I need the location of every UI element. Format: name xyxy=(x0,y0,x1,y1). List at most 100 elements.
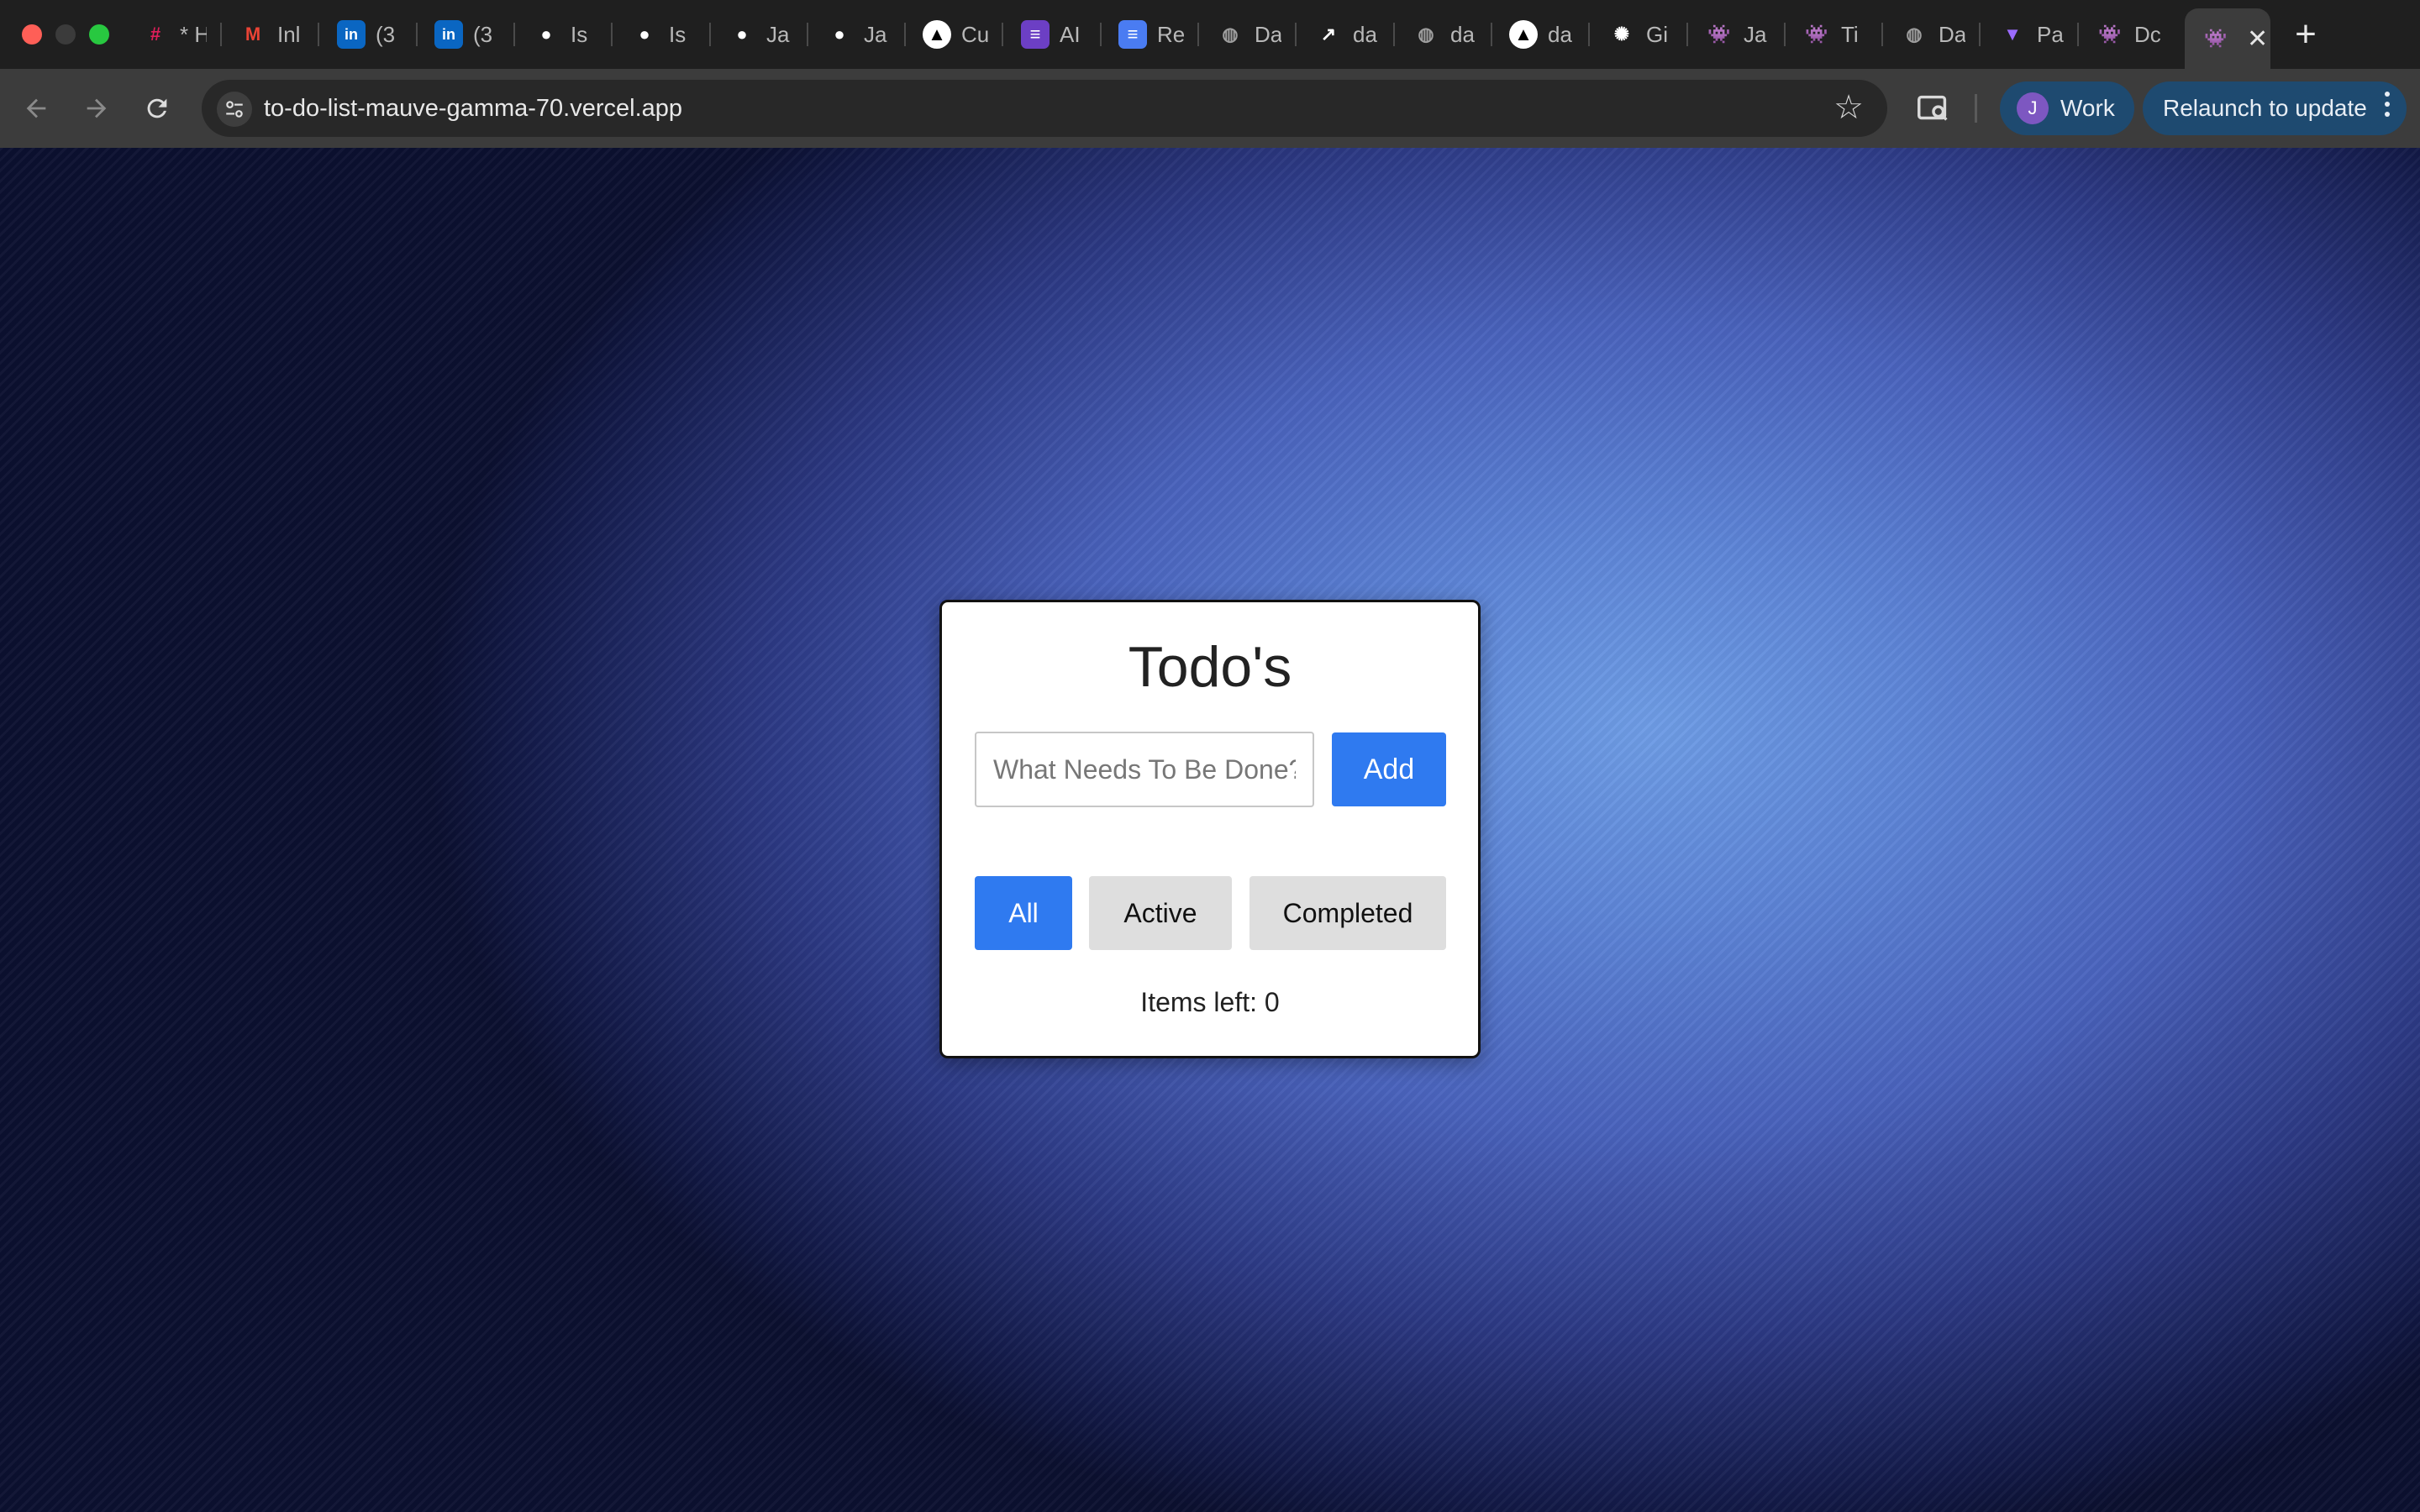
new-tab-button[interactable]: + xyxy=(2287,13,2324,55)
browser-tab[interactable]: ● Is xyxy=(517,10,611,59)
browser-tab[interactable]: 👾 ✕ xyxy=(2185,8,2270,69)
browser-tab[interactable]: ◍ da xyxy=(1397,10,1491,59)
browser-tab[interactable]: 👾 Dc xyxy=(2081,10,2175,59)
reload-icon[interactable] xyxy=(138,89,176,128)
tab-separator xyxy=(1295,23,1297,46)
browser-tab[interactable]: ● Ja xyxy=(713,10,807,59)
github-icon: ● xyxy=(736,24,748,45)
gmail-icon: M xyxy=(245,24,261,45)
tab-title: Cu xyxy=(961,21,988,47)
profile-label: Work xyxy=(2060,95,2115,121)
alien-icon: 👾 xyxy=(2098,24,2122,45)
page-title: Todo's xyxy=(1128,635,1292,699)
globe-icon: ◍ xyxy=(1418,24,1434,45)
bookmark-star-icon[interactable]: ☆ xyxy=(1833,91,1864,124)
tab-title: (3 xyxy=(473,21,493,47)
tab-separator xyxy=(1979,23,1981,46)
browser-tab[interactable]: ◍ Da xyxy=(1885,10,1979,59)
tab-title: Pa xyxy=(2037,21,2064,47)
vite-icon: ▼ xyxy=(2003,24,2022,45)
tab-separator xyxy=(513,23,515,46)
browser-tab[interactable]: ◍ Da xyxy=(1201,10,1295,59)
back-icon[interactable] xyxy=(17,89,55,128)
browser-tab[interactable]: ≡ Re xyxy=(1103,10,1197,59)
toolbar-divider xyxy=(1975,94,1977,123)
browser-tab[interactable]: ● Is xyxy=(615,10,709,59)
browser-tab[interactable]: in (3 xyxy=(419,10,513,59)
browser-tab[interactable]: ▼ Pa xyxy=(1983,10,2077,59)
tab-title: Dc xyxy=(2134,21,2161,47)
tab-separator xyxy=(1393,23,1395,46)
tab-close-icon[interactable]: ✕ xyxy=(2247,24,2268,54)
url-text[interactable]: to-do-list-mauve-gamma-70.vercel.app xyxy=(264,95,682,123)
browser-tab[interactable]: ▲ da xyxy=(1494,10,1588,59)
browser-toolbar: to-do-list-mauve-gamma-70.vercel.app ☆ J… xyxy=(0,69,2420,148)
cursor-icon: ▲ xyxy=(923,20,951,49)
tab-title: Da xyxy=(1939,21,1965,47)
tab-title: AI xyxy=(1060,21,1081,47)
openai-icon: ✺ xyxy=(1613,24,1630,45)
tab-separator xyxy=(709,23,711,46)
tab-separator xyxy=(1491,23,1492,46)
github-icon: ● xyxy=(639,24,650,45)
more-menu-icon[interactable] xyxy=(2385,92,2390,117)
tab-title: Is xyxy=(571,21,588,47)
browser-tab[interactable]: 👾 Ti xyxy=(1787,10,1881,59)
tab-separator xyxy=(1784,23,1786,46)
tab-title: Is xyxy=(669,21,687,47)
browser-tab[interactable]: ▲ Cu xyxy=(908,10,1002,59)
todo-card: Todo's Add All Active Completed Items le… xyxy=(939,600,1481,1058)
window-minimize-button[interactable] xyxy=(55,24,76,45)
vercel-icon: ▲ xyxy=(1509,20,1538,49)
tab-separator xyxy=(1002,23,1003,46)
globe-icon: ◍ xyxy=(1222,24,1239,45)
browser-tab[interactable]: M Inl xyxy=(224,10,318,59)
tab-title: Re xyxy=(1157,21,1184,47)
filter-completed-button[interactable]: Completed xyxy=(1249,876,1446,950)
browser-tab[interactable]: ↗ da xyxy=(1299,10,1393,59)
address-bar[interactable]: to-do-list-mauve-gamma-70.vercel.app ☆ xyxy=(202,80,1887,137)
tab-title: Da xyxy=(1255,21,1281,47)
tab-title: da xyxy=(1450,21,1475,47)
tab-title: Ja xyxy=(766,21,790,47)
tab-title: Inl xyxy=(277,21,301,47)
browser-tab[interactable]: # * H xyxy=(126,10,220,59)
docs-icon: ≡ xyxy=(1118,20,1147,49)
browser-tab[interactable]: ≡ AI xyxy=(1006,10,1100,59)
tab-title: Ja xyxy=(864,21,887,47)
browser-tab[interactable]: ● Ja xyxy=(810,10,904,59)
flow-icon: ↗ xyxy=(1320,24,1337,45)
forward-icon[interactable] xyxy=(77,89,116,128)
items-left-counter: Items left: 0 xyxy=(1140,987,1280,1017)
filter-active-button[interactable]: Active xyxy=(1089,876,1232,950)
add-button[interactable]: Add xyxy=(1332,732,1446,806)
tab-title: Ja xyxy=(1744,21,1767,47)
list-icon: ≡ xyxy=(1021,20,1050,49)
site-info-icon[interactable] xyxy=(217,92,252,127)
browser-tab[interactable]: ✺ Gi xyxy=(1592,10,1686,59)
alien-icon: 👾 xyxy=(1707,24,1731,45)
tab-separator xyxy=(1686,23,1688,46)
tab-separator xyxy=(2077,23,2079,46)
linkedin-icon: in xyxy=(434,20,463,49)
tab-separator xyxy=(1100,23,1102,46)
browser-tab[interactable]: 👾 Ja xyxy=(1690,10,1784,59)
tab-search-icon[interactable] xyxy=(1914,89,1953,128)
tab-separator xyxy=(904,23,906,46)
github-icon: ● xyxy=(540,24,552,45)
tab-title: Ti xyxy=(1841,21,1859,47)
tab-title: (3 xyxy=(376,21,396,47)
todo-input[interactable] xyxy=(975,732,1314,807)
profile-button[interactable]: J Work xyxy=(2000,81,2134,135)
linkedin-icon: in xyxy=(337,20,366,49)
tab-separator xyxy=(1588,23,1590,46)
browser-tab[interactable]: in (3 xyxy=(322,10,416,59)
window-close-button[interactable] xyxy=(22,24,42,45)
avatar: J xyxy=(2017,92,2049,124)
globe-icon: ◍ xyxy=(1906,24,1923,45)
filter-all-button[interactable]: All xyxy=(975,876,1072,950)
relaunch-button[interactable]: Relaunch to update xyxy=(2143,81,2407,135)
browser-tab-strip: # * H M Inl in (3 in (3 ● Is ● Is ● Ja ● Ja ▲ Cu ≡ AI ≡ Re ◍ Da… xyxy=(0,0,2420,69)
tab-separator xyxy=(611,23,613,46)
window-maximize-button[interactable] xyxy=(89,24,109,45)
